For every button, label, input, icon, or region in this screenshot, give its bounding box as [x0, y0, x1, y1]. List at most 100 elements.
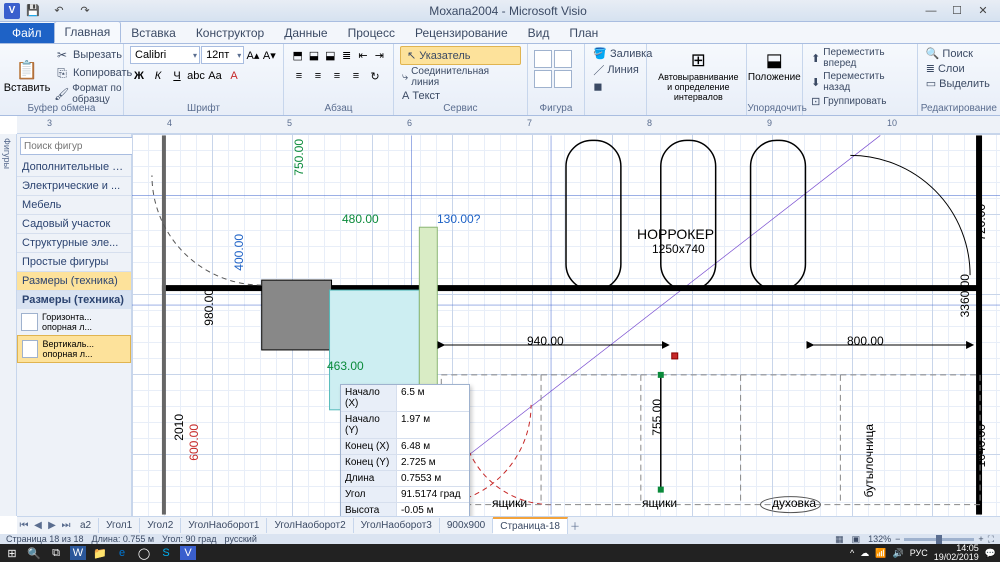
rotate-text-button[interactable]: ↻ [366, 67, 384, 85]
skype-icon[interactable]: S [158, 546, 174, 560]
explorer-icon[interactable]: 📁 [92, 546, 108, 560]
align-center-button[interactable]: ≡ [309, 67, 327, 85]
tray-wifi-icon[interactable]: 📶 [875, 548, 886, 559]
page-tab[interactable]: а2 [73, 518, 99, 533]
paste-button[interactable]: 📋 Вставить [6, 46, 48, 106]
stencil-dimensions[interactable]: Размеры (техника) [17, 272, 131, 291]
stencil-basic[interactable]: Простые фигуры [17, 253, 131, 272]
tab-review[interactable]: Рецензирование [405, 23, 518, 43]
strike-button[interactable]: abc [187, 67, 205, 85]
zoom-in-button[interactable]: + [978, 534, 983, 544]
tray-up-icon[interactable]: ^ [850, 548, 854, 558]
stencil-furniture[interactable]: Мебель [17, 196, 131, 215]
decrease-font-button[interactable]: A▾ [262, 46, 277, 64]
fit-page-button[interactable]: ⛶ [988, 534, 994, 545]
bring-front-button[interactable]: ⬆Переместить вперед [809, 46, 911, 70]
align-middle-button[interactable]: ⬓ [306, 46, 321, 64]
edge-icon[interactable]: e [114, 546, 130, 560]
quick-shape-4[interactable] [554, 70, 572, 88]
cut-button[interactable]: ✂Вырезать [52, 46, 134, 64]
layers-button[interactable]: ≣Слои [924, 61, 994, 76]
bold-button[interactable]: Ж [130, 67, 148, 85]
page-tab[interactable]: 900x900 [440, 518, 493, 533]
align-right-button[interactable]: ≡ [328, 67, 346, 85]
autoalign-button[interactable]: ⊞ Автовыравнивание и определение интерва… [653, 46, 743, 104]
close-button[interactable]: ✕ [970, 2, 996, 20]
qat-redo-icon[interactable]: ↷ [72, 2, 98, 20]
page-nav-prev[interactable]: ◀ [31, 520, 45, 531]
maximize-button[interactable]: ☐ [944, 2, 970, 20]
find-button[interactable]: 🔍Поиск [924, 46, 994, 61]
text-highlight-button[interactable]: Aa [206, 67, 224, 85]
qat-undo-icon[interactable]: ↶ [46, 2, 72, 20]
minimize-button[interactable]: — [918, 2, 944, 20]
align-bottom-button[interactable]: ⬓ [323, 46, 338, 64]
stencil-electrical[interactable]: Электрические и ... [17, 177, 131, 196]
font-family-combo[interactable]: Calibri [130, 46, 200, 64]
page-tab[interactable]: Угол2 [140, 518, 181, 533]
select-button[interactable]: ▭Выделить [924, 76, 994, 91]
tab-home[interactable]: Главная [54, 21, 122, 43]
file-tab[interactable]: Файл [0, 23, 54, 43]
page-tab[interactable]: УголНаоборот2 [267, 518, 353, 533]
page-add-button[interactable]: ＋ [568, 518, 582, 533]
tab-view[interactable]: Вид [518, 23, 560, 43]
page-tab-active[interactable]: Страница-18 [493, 517, 568, 534]
zoom-slider[interactable] [904, 538, 974, 541]
taskview-icon[interactable]: ⧉ [48, 546, 64, 560]
tray-cloud-icon[interactable]: ☁ [860, 548, 869, 559]
size-position-window[interactable]: Начало (X)6.5 м Начало (Y)1.97 м Конец (… [340, 384, 470, 516]
quick-shape-2[interactable] [554, 50, 572, 68]
justify-button[interactable]: ≡ [347, 67, 365, 85]
copy-button[interactable]: ⎘Копировать [52, 64, 134, 82]
italic-button[interactable]: К [149, 67, 167, 85]
word-icon[interactable]: W [70, 546, 86, 560]
align-left-button[interactable]: ≡ [290, 67, 308, 85]
tab-insert[interactable]: Вставка [121, 23, 186, 43]
align-top-button[interactable]: ⬒ [290, 46, 305, 64]
connector-tool-button[interactable]: ⤷Соединительная линия [400, 65, 521, 89]
visio-taskbar-icon[interactable]: V [180, 546, 196, 560]
view-full-icon[interactable]: ▣ [852, 534, 861, 545]
chrome-icon[interactable]: ◯ [136, 546, 152, 560]
page-nav-first[interactable]: ⏮ [17, 520, 31, 531]
start-button[interactable]: ⊞ [4, 546, 20, 560]
stencil-structural[interactable]: Структурные эле... [17, 234, 131, 253]
tab-plan[interactable]: План [559, 23, 608, 43]
tray-lang[interactable]: РУС [910, 548, 928, 558]
shape-vertical-baseline[interactable]: Вертикаль... опорная л... [17, 335, 131, 363]
group-button[interactable]: ⊡Группировать [809, 94, 911, 109]
zoom-out-button[interactable]: − [895, 534, 900, 544]
fill-button[interactable]: 🪣Заливка [591, 46, 640, 61]
indent-dec-button[interactable]: ⇤ [355, 46, 370, 64]
pointer-tool-button[interactable]: ↖Указатель [400, 46, 521, 65]
position-button[interactable]: ⬓ Положение [753, 46, 795, 85]
indent-inc-button[interactable]: ⇥ [372, 46, 387, 64]
bullets-button[interactable]: ≣ [339, 46, 354, 64]
page-tab[interactable]: УголНаоборот3 [354, 518, 440, 533]
underline-button[interactable]: Ч [168, 67, 186, 85]
tab-data[interactable]: Данные [274, 23, 337, 43]
stencil-more[interactable]: Дополнительные фи... [17, 158, 131, 177]
quick-shape-1[interactable] [534, 50, 552, 68]
tray-volume-icon[interactable]: 🔊 [892, 548, 903, 559]
tab-process[interactable]: Процесс [338, 23, 405, 43]
line-button[interactable]: ／Линия [591, 61, 640, 79]
page-tab[interactable]: УголНаоборот1 [181, 518, 267, 533]
page-nav-last[interactable]: ⏭ [59, 520, 73, 531]
shape-horizontal-baseline[interactable]: Горизонта... опорная л... [17, 309, 131, 335]
increase-font-button[interactable]: A▴ [245, 46, 260, 64]
page-nav-next[interactable]: ▶ [45, 520, 59, 531]
sp-val[interactable]: 6.5 м [397, 385, 469, 411]
search-taskbar-icon[interactable]: 🔍 [26, 546, 42, 560]
send-back-button[interactable]: ⬇Переместить назад [809, 70, 911, 94]
tab-design[interactable]: Конструктор [186, 23, 274, 43]
notifications-icon[interactable]: 💬 [985, 548, 996, 559]
font-color-button[interactable]: A [225, 67, 243, 85]
font-size-combo[interactable]: 12пт [201, 46, 244, 64]
text-tool-button[interactable]: AТекст [400, 89, 521, 103]
stencil-garden[interactable]: Садовый участок [17, 215, 131, 234]
shadow-button[interactable]: ◼ [591, 79, 640, 94]
page-tab[interactable]: Угол1 [99, 518, 140, 533]
qat-save-icon[interactable]: 💾 [20, 2, 46, 20]
